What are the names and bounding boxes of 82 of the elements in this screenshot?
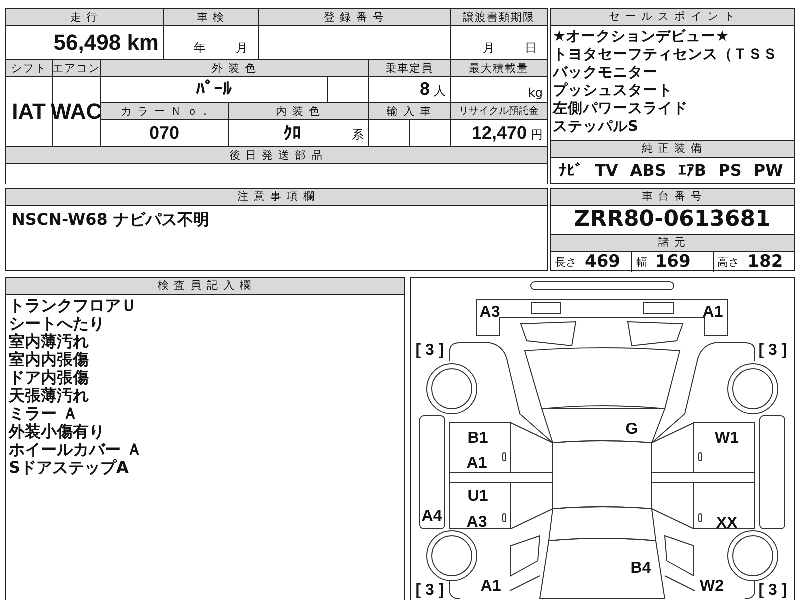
damage-code: W1 — [715, 430, 739, 447]
column-header: 外 装 色 — [101, 60, 368, 76]
damage-code: W2 — [700, 578, 724, 595]
unit-label: 年 — [194, 40, 206, 57]
recycle-fee-value: 12,470 — [472, 122, 527, 144]
inspector-note: 天張薄汚れ — [9, 387, 90, 405]
damage-code: [ 3 ] — [758, 342, 788, 359]
sales-point-text: プッシュスタート — [553, 82, 674, 100]
dimension-label: 幅 — [636, 254, 648, 270]
damage-code: A1 — [702, 304, 724, 321]
inspector-note: ドア内張傷 — [9, 369, 90, 387]
sales-point-text: バックモニター — [553, 64, 659, 82]
damage-code: A1 — [466, 455, 488, 472]
equipment-item: PW — [754, 161, 784, 180]
damage-code: U1 — [468, 488, 488, 505]
dimension-label: 長さ — [555, 254, 577, 270]
interior-color-value: ｸﾛ — [284, 122, 302, 144]
equipment-item: PS — [718, 161, 742, 180]
damage-code: A3 — [466, 514, 488, 531]
sales-point-text: 左側パワースライド — [553, 100, 689, 118]
column-header: 登 録 番 号 — [259, 9, 450, 25]
damage-code: XX — [716, 515, 738, 532]
section-header: 検 査 員 記 入 欄 — [6, 278, 404, 295]
unit-label: 日 — [525, 40, 537, 57]
exterior-color-value: ﾊﾟｰﾙ — [101, 77, 327, 102]
damage-code: [ 3 ] — [758, 582, 788, 599]
unit-label: kg — [528, 86, 543, 102]
damage-code: B1 — [468, 430, 488, 447]
inspector-note: ホイールカバー Ａ — [9, 441, 144, 459]
section-header: 車 台 番 号 — [551, 189, 794, 206]
sales-point-text: ステッパルS — [553, 118, 640, 136]
sales-point-text: トヨタセーフティセンス（ＴＳＳ — [553, 46, 779, 64]
unit-label: 系 — [352, 127, 364, 144]
notes-text: NSCN-W68 ナビパス不明 — [12, 210, 210, 229]
equipment-item: ﾅﾋﾞ — [559, 161, 583, 180]
inspector-note: シートへたり — [9, 315, 106, 333]
inspector-note: SドアステップA — [9, 459, 130, 477]
damage-code: G — [626, 421, 638, 438]
dimension-value: 182 — [748, 252, 784, 272]
unit-label: 円 — [531, 127, 543, 144]
column-header: 乗車定員 — [369, 60, 450, 76]
inspector-note: 室内薄汚れ — [9, 333, 90, 351]
section-header: セ ー ル ス ポ イ ン ト — [551, 9, 794, 26]
damage-code: A3 — [480, 304, 500, 321]
column-header: カ ラ ー Ｎ ｏ . — [101, 103, 228, 119]
chassis-number: ZRR80-0613681 — [574, 207, 771, 232]
damage-code: A4 — [422, 508, 442, 525]
sales-point-text: ★オークションデビュー★ — [553, 28, 730, 46]
equipment-item: ABS — [630, 161, 666, 180]
column-header: 輸 入 車 — [369, 103, 450, 119]
equipment-item: ｴｱB — [678, 161, 707, 180]
column-header: リサイクル預託金 — [451, 103, 547, 119]
column-header: 譲渡書類期限 — [451, 9, 547, 25]
equipment-item: TV — [595, 161, 618, 180]
unit-label: 月 — [236, 40, 248, 57]
column-header: 後 日 発 送 部 品 — [6, 147, 547, 163]
column-header: 内 装 色 — [229, 103, 368, 119]
mileage-value: 56,498 km — [6, 26, 163, 59]
section-header: 諸 元 — [551, 235, 794, 252]
color-number-value: 070 — [101, 120, 228, 146]
damage-code: B4 — [630, 560, 652, 577]
shift-value: IAT — [6, 77, 52, 146]
section-header: 純 正 装 備 — [551, 141, 794, 158]
inspector-note: 外装小傷有り — [9, 423, 106, 441]
column-header: 走 行 — [6, 9, 163, 25]
dimension-value: 169 — [655, 252, 691, 272]
column-header: 車 検 — [164, 9, 258, 25]
dimension-label: 高さ — [718, 254, 740, 270]
inspector-note: ミラー Ａ — [9, 405, 80, 423]
damage-code: [ 3 ] — [416, 582, 444, 599]
capacity-value: 8 — [420, 79, 430, 100]
damage-code: [ 3 ] — [416, 342, 444, 359]
inspector-note: トランクフロアＵ — [9, 297, 138, 315]
inspector-note: 室内内張傷 — [9, 351, 90, 369]
unit-label: 人 — [434, 83, 446, 100]
unit-label: 月 — [483, 40, 495, 57]
dimension-value: 469 — [585, 252, 620, 272]
column-header: 最大積載量 — [451, 60, 547, 76]
column-header: シフト — [6, 60, 52, 76]
damage-code: A1 — [480, 578, 502, 595]
column-header: エアコン — [53, 60, 100, 76]
section-header: 注 意 事 項 欄 — [6, 189, 547, 206]
